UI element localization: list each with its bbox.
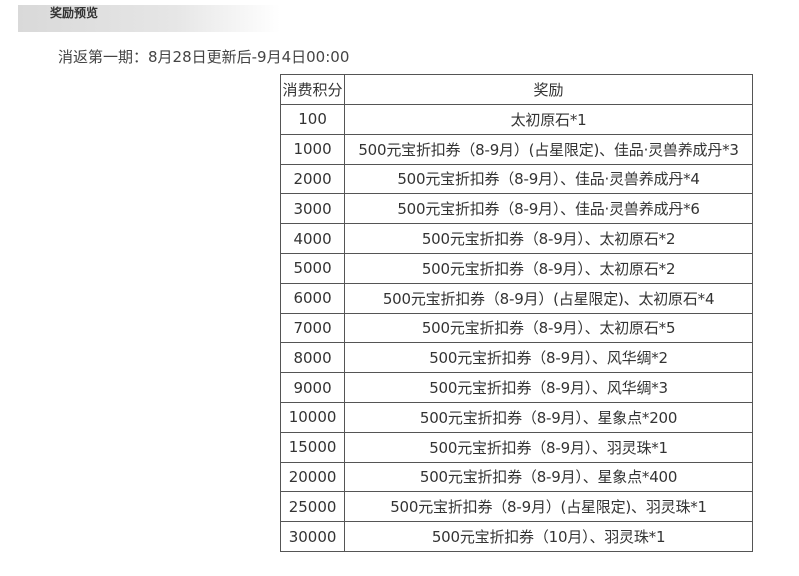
points-cell: 9000 — [279, 372, 346, 403]
table-row: 10000 500元宝折扣券（8-9月）、星象点*200 — [279, 401, 753, 433]
table-row: 1000 500元宝折扣券（8-9月）(占星限定)、佳品·灵兽养成丹*3 — [279, 133, 753, 165]
table-row: 4000 500元宝折扣券（8-9月）、太初原石*2 — [279, 223, 753, 254]
reward-cell: 500元宝折扣券（8-9月）、太初原石*2 — [344, 223, 753, 254]
table-row: 100 太初原石*1 — [279, 104, 753, 135]
points-cell: 30000 — [279, 521, 346, 552]
reward-cell: 500元宝折扣券（8-9月）、星象点*200 — [344, 401, 753, 433]
reward-cell: 500元宝折扣券（8-9月）、星象点*400 — [344, 461, 753, 493]
reward-cell: 500元宝折扣券（8-9月）、太初原石*2 — [344, 252, 753, 284]
reward-cell: 500元宝折扣券（8-9月）、佳品·灵兽养成丹*6 — [344, 193, 753, 225]
points-cell: 8000 — [279, 342, 346, 374]
reward-table: 消费积分 奖励 100 太初原石*1 1000 500元宝折扣券（8-9月）(占… — [279, 74, 753, 552]
table-row: 5000 500元宝折扣券（8-9月）、太初原石*2 — [279, 252, 753, 284]
column-header-reward: 奖励 — [344, 74, 753, 105]
table-row: 2000 500元宝折扣券（8-9月）、佳品·灵兽养成丹*4 — [279, 163, 753, 195]
points-cell: 25000 — [279, 491, 346, 523]
table-row: 20000 500元宝折扣券（8-9月）、星象点*400 — [279, 461, 753, 493]
table-row: 30000 500元宝折扣券（10月）、羽灵珠*1 — [279, 521, 753, 552]
points-cell: 100 — [279, 104, 346, 135]
section-title: 奖励预览 — [50, 6, 99, 20]
table-row: 7000 500元宝折扣券（8-9月）、太初原石*5 — [279, 312, 753, 344]
points-cell: 2000 — [279, 163, 346, 195]
table-header-row: 消费积分 奖励 — [279, 74, 753, 105]
reward-cell: 500元宝折扣券（8-9月）、太初原石*5 — [344, 312, 753, 344]
table-row: 3000 500元宝折扣券（8-9月）、佳品·灵兽养成丹*6 — [279, 193, 753, 225]
table-row: 6000 500元宝折扣券（8-9月）(占星限定)、太初原石*4 — [279, 282, 753, 314]
table-row: 25000 500元宝折扣券（8-9月）(占星限定)、羽灵珠*1 — [279, 491, 753, 523]
reward-cell: 500元宝折扣券（10月）、羽灵珠*1 — [344, 521, 753, 552]
points-cell: 1000 — [279, 133, 346, 165]
column-header-points: 消费积分 — [279, 74, 346, 105]
points-cell: 6000 — [279, 282, 346, 314]
points-cell: 7000 — [279, 312, 346, 344]
reward-cell: 500元宝折扣券（8-9月）(占星限定)、羽灵珠*1 — [344, 491, 753, 523]
reward-cell: 500元宝折扣券（8-9月）(占星限定)、太初原石*4 — [344, 282, 753, 314]
table-row: 8000 500元宝折扣券（8-9月）、风华绸*2 — [279, 342, 753, 374]
reward-cell: 500元宝折扣券（8-9月）、羽灵珠*1 — [344, 431, 753, 463]
reward-cell: 500元宝折扣券（8-9月）、佳品·灵兽养成丹*4 — [344, 163, 753, 195]
reward-cell: 500元宝折扣券（8-9月）、风华绸*3 — [344, 372, 753, 403]
reward-cell: 太初原石*1 — [344, 104, 753, 135]
points-cell: 3000 — [279, 193, 346, 225]
table-row: 15000 500元宝折扣券（8-9月）、羽灵珠*1 — [279, 431, 753, 463]
points-cell: 20000 — [279, 461, 346, 493]
reward-cell: 500元宝折扣券（8-9月）、风华绸*2 — [344, 342, 753, 374]
period-description: 消返第一期：8月28日更新后-9月4日00:00 — [58, 48, 350, 66]
reward-cell: 500元宝折扣券（8-9月）(占星限定)、佳品·灵兽养成丹*3 — [344, 133, 753, 165]
table-row: 9000 500元宝折扣券（8-9月）、风华绸*3 — [279, 372, 753, 403]
points-cell: 10000 — [279, 401, 346, 433]
points-cell: 4000 — [279, 223, 346, 254]
points-cell: 5000 — [279, 252, 346, 284]
points-cell: 15000 — [279, 431, 346, 463]
